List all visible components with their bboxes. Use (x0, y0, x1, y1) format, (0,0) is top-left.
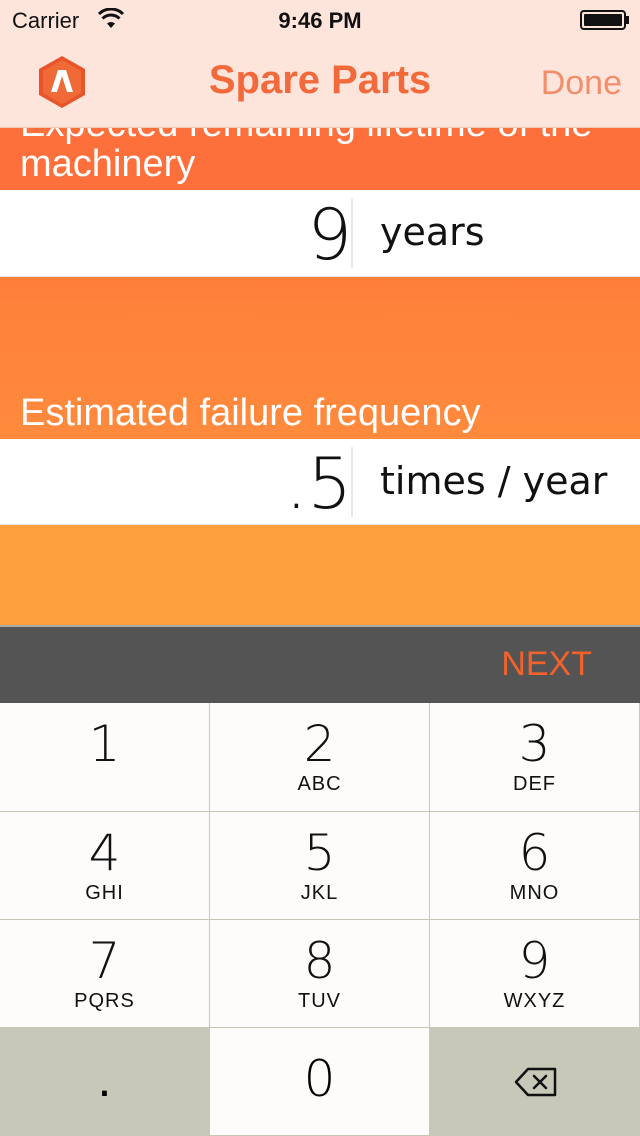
key-3[interactable]: 3 DEF (430, 703, 640, 812)
key-0[interactable]: 0 (210, 1028, 430, 1136)
key-digit: 0 (303, 1050, 336, 1108)
field-label-band: Expected remaining lifetime of the machi… (0, 128, 640, 190)
field-label-band (0, 525, 640, 625)
input-divider (351, 447, 353, 517)
status-time: 9:46 PM (278, 8, 362, 33)
header: Carrier 9:46 PM Spare Parts Done (0, 0, 640, 128)
key-2[interactable]: 2 ABC (210, 703, 430, 812)
key-decimal-point[interactable]: . (0, 1028, 210, 1136)
key-digit: 9 (518, 932, 551, 990)
backspace-icon (514, 1067, 557, 1097)
key-digit: 8 (303, 932, 336, 990)
key-4[interactable]: 4 GHI (0, 812, 210, 920)
key-digit: . (97, 1051, 112, 1107)
key-letters: PQRS (74, 990, 135, 1012)
lifetime-unit: years (380, 210, 485, 254)
key-8[interactable]: 8 TUV (210, 920, 430, 1028)
key-digit: 3 (518, 715, 551, 773)
lifetime-value[interactable]: 9 (307, 194, 352, 276)
key-9[interactable]: 9 WXYZ (430, 920, 640, 1028)
failure-frequency-input-row[interactable]: .5 times / year (0, 439, 640, 525)
key-letters: WXYZ (503, 990, 566, 1012)
key-letters: ABC (297, 773, 342, 795)
key-1[interactable]: 1 (0, 703, 210, 812)
key-letters: JKL (300, 882, 339, 904)
field-label: Estimated failure frequency (20, 392, 481, 434)
input-divider (351, 198, 353, 268)
key-digit: 6 (518, 824, 551, 882)
key-backspace[interactable] (430, 1028, 640, 1136)
key-7[interactable]: 7 PQRS (0, 920, 210, 1028)
key-digit: 1 (88, 715, 121, 773)
numeric-keypad: 1 2 ABC 3 DEF 4 GHI 5 JKL 6 MNO 7 PQRS 8… (0, 703, 640, 1136)
status-bar: Carrier 9:46 PM (0, 0, 640, 40)
lifetime-input-row[interactable]: 9 years (0, 190, 640, 277)
key-6[interactable]: 6 MNO (430, 812, 640, 920)
key-digit: 5 (303, 824, 336, 882)
form-content: Expected remaining lifetime of the machi… (0, 128, 640, 625)
next-button[interactable]: NEXT (501, 645, 592, 684)
failure-frequency-unit: times / year (380, 459, 608, 503)
keyboard-toolbar: NEXT (0, 625, 640, 703)
done-button[interactable]: Done (541, 64, 622, 103)
key-5[interactable]: 5 JKL (210, 812, 430, 920)
key-digit: 7 (88, 932, 121, 990)
battery-icon (580, 10, 629, 30)
failure-frequency-value[interactable]: .5 (285, 443, 352, 525)
field-label-band: Estimated failure frequency (0, 277, 640, 439)
key-letters: DEF (513, 773, 556, 795)
key-letters: TUV (298, 990, 341, 1012)
key-letters: GHI (85, 882, 124, 904)
key-letters: MNO (509, 882, 560, 904)
key-digit: 2 (303, 715, 336, 773)
field-label: Expected remaining lifetime of the machi… (20, 128, 592, 185)
key-digit: 4 (88, 824, 121, 882)
